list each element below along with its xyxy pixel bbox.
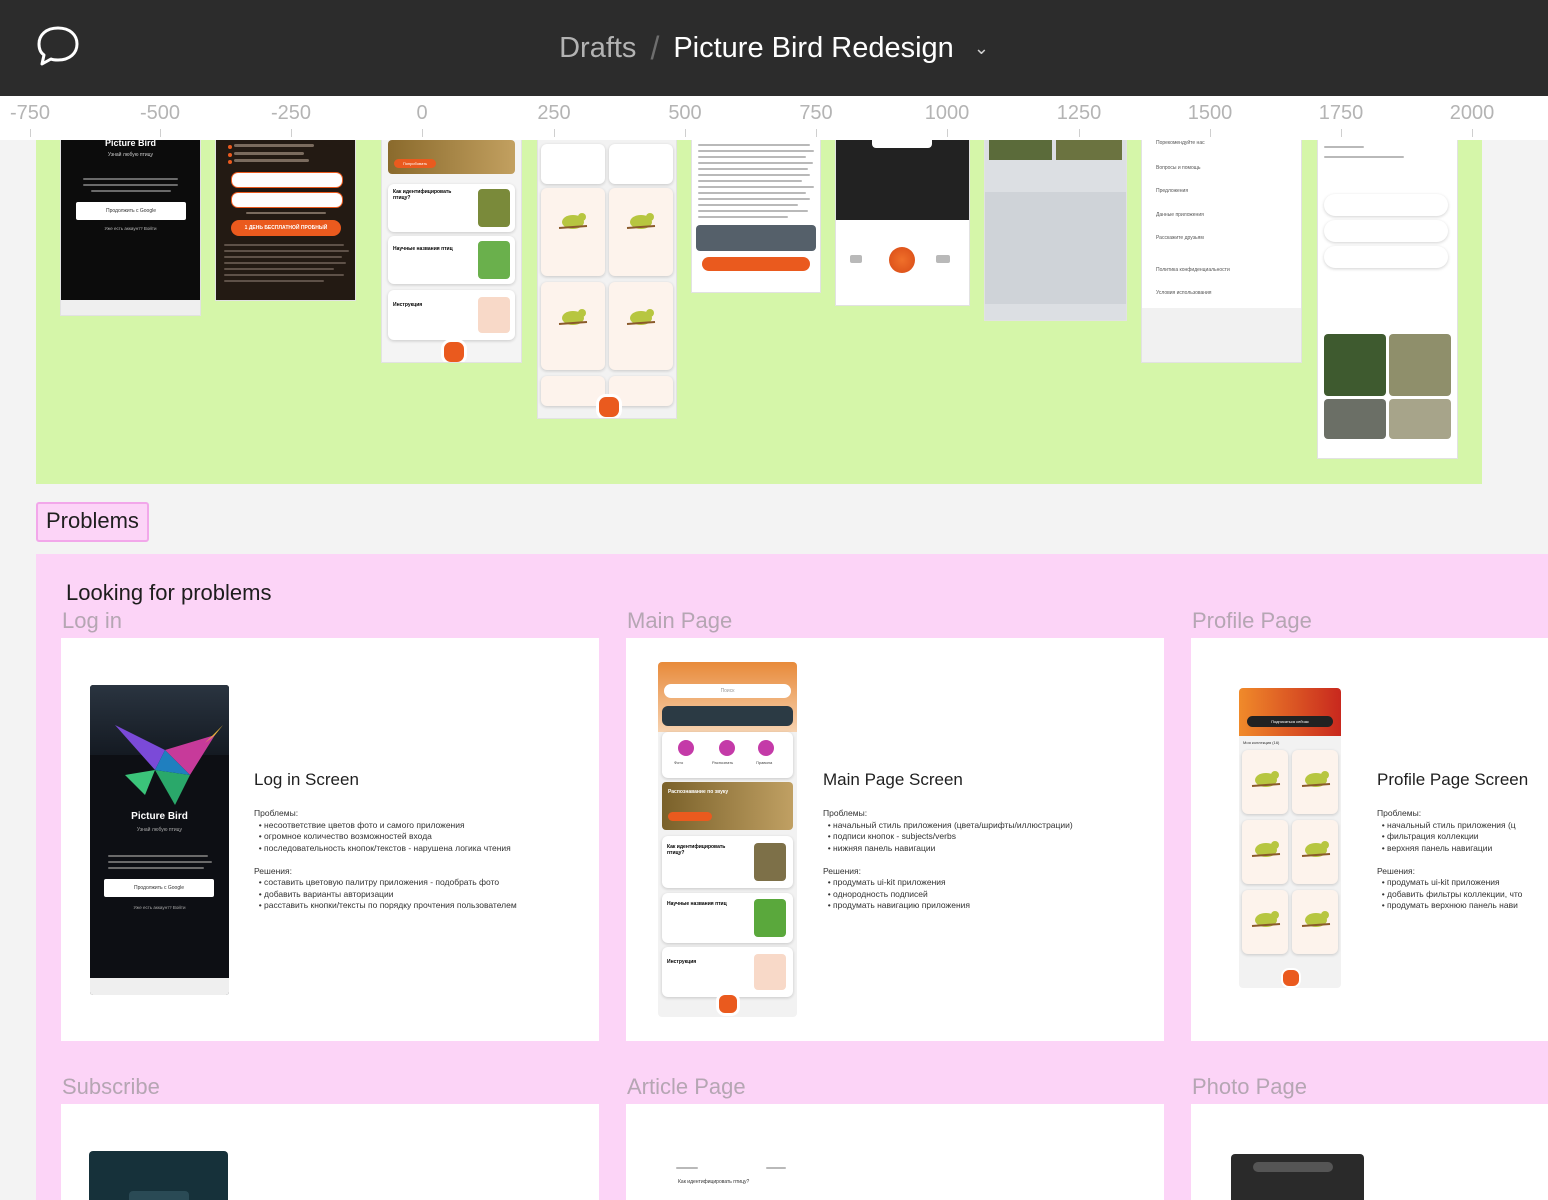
- subscribe-trial-button[interactable]: 1 ДЕНЬ БЕСПЛАТНОЙ ПРОБНЫЙ: [231, 220, 341, 236]
- login-account-link[interactable]: Уже есть аккаунт? Войти: [61, 226, 200, 231]
- article-screen-thumbnail[interactable]: [692, 140, 820, 292]
- top-bar: Drafts / Picture Bird Redesign ⌄: [0, 0, 1548, 96]
- login-app-name: Picture Bird: [104, 140, 156, 148]
- login-screen-title: Log in Screen: [254, 770, 359, 789]
- login-google-button: Продолжить с Google: [104, 879, 214, 897]
- section-label-subscribe: Subscribe: [62, 1074, 160, 1099]
- settings-item[interactable]: Политика конфиденциальности: [1156, 267, 1230, 273]
- profile-screen-title: Profile Page Screen: [1377, 770, 1529, 789]
- section-label-login: Log in: [62, 608, 122, 633]
- ruler-tick: 250: [537, 102, 571, 124]
- profile-page-panel[interactable]: Подписаться сейчас Моя коллекция (16) Pr…: [1191, 638, 1548, 1041]
- ruler-tick: 500: [668, 102, 702, 124]
- ruler-tick: 750: [799, 102, 833, 124]
- main-btn-label: Правила: [756, 760, 773, 765]
- collection-screen-thumbnail[interactable]: [538, 140, 676, 418]
- section-label-profile: Profile Page: [1192, 608, 1312, 633]
- hummingbird-image: [115, 725, 223, 805]
- camera-screen-thumbnail[interactable]: [836, 140, 969, 305]
- problems-frame-label[interactable]: Problems: [36, 502, 149, 542]
- section-label-photo: Photo Page: [1192, 1074, 1307, 1099]
- chevron-down-icon[interactable]: ⌄: [974, 38, 989, 59]
- main-screen-thumbnail[interactable]: Попробовать Как идентифицировать птицу? …: [382, 140, 521, 362]
- main-screen-mockup: Поиск Фото Распознать Правила Распознава…: [658, 662, 797, 1017]
- main-notes: Проблемы: • начальный стиль приложения (…: [823, 808, 1073, 910]
- photo-screen-mockup: [1231, 1154, 1364, 1200]
- login-tagline: Узнай любую птицу: [107, 152, 154, 158]
- ruler-tick: 1750: [1318, 102, 1364, 124]
- main-btn-label: Фото: [674, 760, 684, 765]
- ruler-tick: -750: [9, 102, 51, 124]
- profile-subscribe-button: Подписаться сейчас: [1247, 716, 1333, 727]
- login-account-link: Уже есть аккаунт? Войти: [133, 905, 186, 910]
- ruler-tick: 2000: [1449, 102, 1495, 124]
- article-mini-title: Как идентифицировать птицу?: [678, 1179, 750, 1185]
- ruler-tick: -250: [270, 102, 312, 124]
- settings-screen-thumbnail[interactable]: Порекомендуйте нас Вопросы и помощь Пред…: [1142, 140, 1301, 362]
- main-card-1-title: Как идентифицировать птицу?: [393, 189, 452, 201]
- subscribe-panel[interactable]: [61, 1104, 599, 1200]
- profile-screen-mockup: Подписаться сейчас Моя коллекция (16): [1239, 688, 1341, 988]
- settings-item[interactable]: Порекомендуйте нас: [1156, 140, 1205, 146]
- design-canvas[interactable]: Picture Bird Узнай любую птицу Продолжит…: [0, 140, 1548, 1200]
- section-label-main: Main Page: [627, 608, 733, 633]
- photos-screen-thumbnail[interactable]: [1318, 140, 1457, 458]
- photo-panel[interactable]: [1191, 1104, 1548, 1200]
- main-card-1-title: Как идентифицировать птицу?: [667, 844, 726, 856]
- main-search-field: Поиск: [664, 684, 791, 698]
- ruler-tick: 0: [416, 102, 428, 124]
- profile-notes: Проблемы: • начальный стиль приложения (…: [1377, 808, 1523, 910]
- settings-item[interactable]: Предложения: [1156, 188, 1188, 194]
- problems-frame-title: Looking for problems: [66, 580, 272, 605]
- article-panel[interactable]: Как идентифицировать птицу?: [626, 1104, 1164, 1200]
- breadcrumb-separator: /: [650, 29, 660, 66]
- main-page-panel[interactable]: Поиск Фото Распознать Правила Распознава…: [626, 638, 1164, 1041]
- settings-item[interactable]: Данные приложения: [1156, 212, 1204, 218]
- login-screen-thumbnail[interactable]: Picture Bird Узнай любую птицу Продолжит…: [61, 140, 200, 315]
- login-panel[interactable]: Picture Bird Узнай любую птицу Продолжит…: [61, 638, 599, 1041]
- section-label-article: Article Page: [627, 1074, 746, 1099]
- main-screen-title: Main Page Screen: [823, 770, 963, 789]
- subscribe-screen-mockup: [89, 1151, 228, 1200]
- settings-item[interactable]: Расскажите друзьям: [1156, 235, 1204, 241]
- main-banner-title: Распознавание по звуку: [668, 789, 729, 795]
- main-card-3-title: Инструкция: [393, 302, 423, 308]
- ruler-tick: 1250: [1056, 102, 1102, 124]
- settings-item[interactable]: Условия использования: [1156, 290, 1212, 296]
- login-notes: Проблемы: • несоответствие цветов фото и…: [254, 808, 517, 910]
- ruler-tick: -500: [139, 102, 181, 124]
- settings-item[interactable]: Вопросы и помощь: [1156, 165, 1200, 171]
- ruler-tick: 1000: [924, 102, 970, 124]
- main-card-2-title: Научные названия птиц: [667, 901, 727, 907]
- login-app-name: Picture Bird: [131, 811, 188, 822]
- profile-collection-label: Моя коллекция (16): [1243, 740, 1280, 745]
- main-try-badge[interactable]: Попробовать: [394, 159, 436, 168]
- login-google-button[interactable]: Продолжить с Google: [76, 202, 186, 220]
- subscribe-screen-thumbnail[interactable]: 1 ДЕНЬ БЕСПЛАТНОЙ ПРОБНЫЙ: [216, 140, 355, 300]
- breadcrumb-drafts-link[interactable]: Drafts: [559, 32, 636, 65]
- main-btn-label: Распознать: [712, 760, 734, 765]
- login-tagline: Узнай любую птицу: [136, 827, 183, 833]
- main-card-3-title: Инструкция: [667, 959, 697, 965]
- ruler-tick: 1500: [1187, 102, 1233, 124]
- login-screen-mockup: Picture Bird Узнай любую птицу Продолжит…: [90, 685, 229, 995]
- breadcrumb: Drafts / Picture Bird Redesign ⌄: [0, 0, 1548, 96]
- search-keyboard-thumbnail[interactable]: [985, 140, 1126, 320]
- file-title[interactable]: Picture Bird Redesign: [673, 32, 953, 65]
- horizontal-ruler: -750 -500 -250 0 250 500 750 1000 1250 1…: [0, 96, 1548, 141]
- main-card-2-title: Научные названия птиц: [393, 246, 453, 252]
- problems-frame[interactable]: Looking for problems Log in Main Page Pr…: [36, 554, 1548, 1200]
